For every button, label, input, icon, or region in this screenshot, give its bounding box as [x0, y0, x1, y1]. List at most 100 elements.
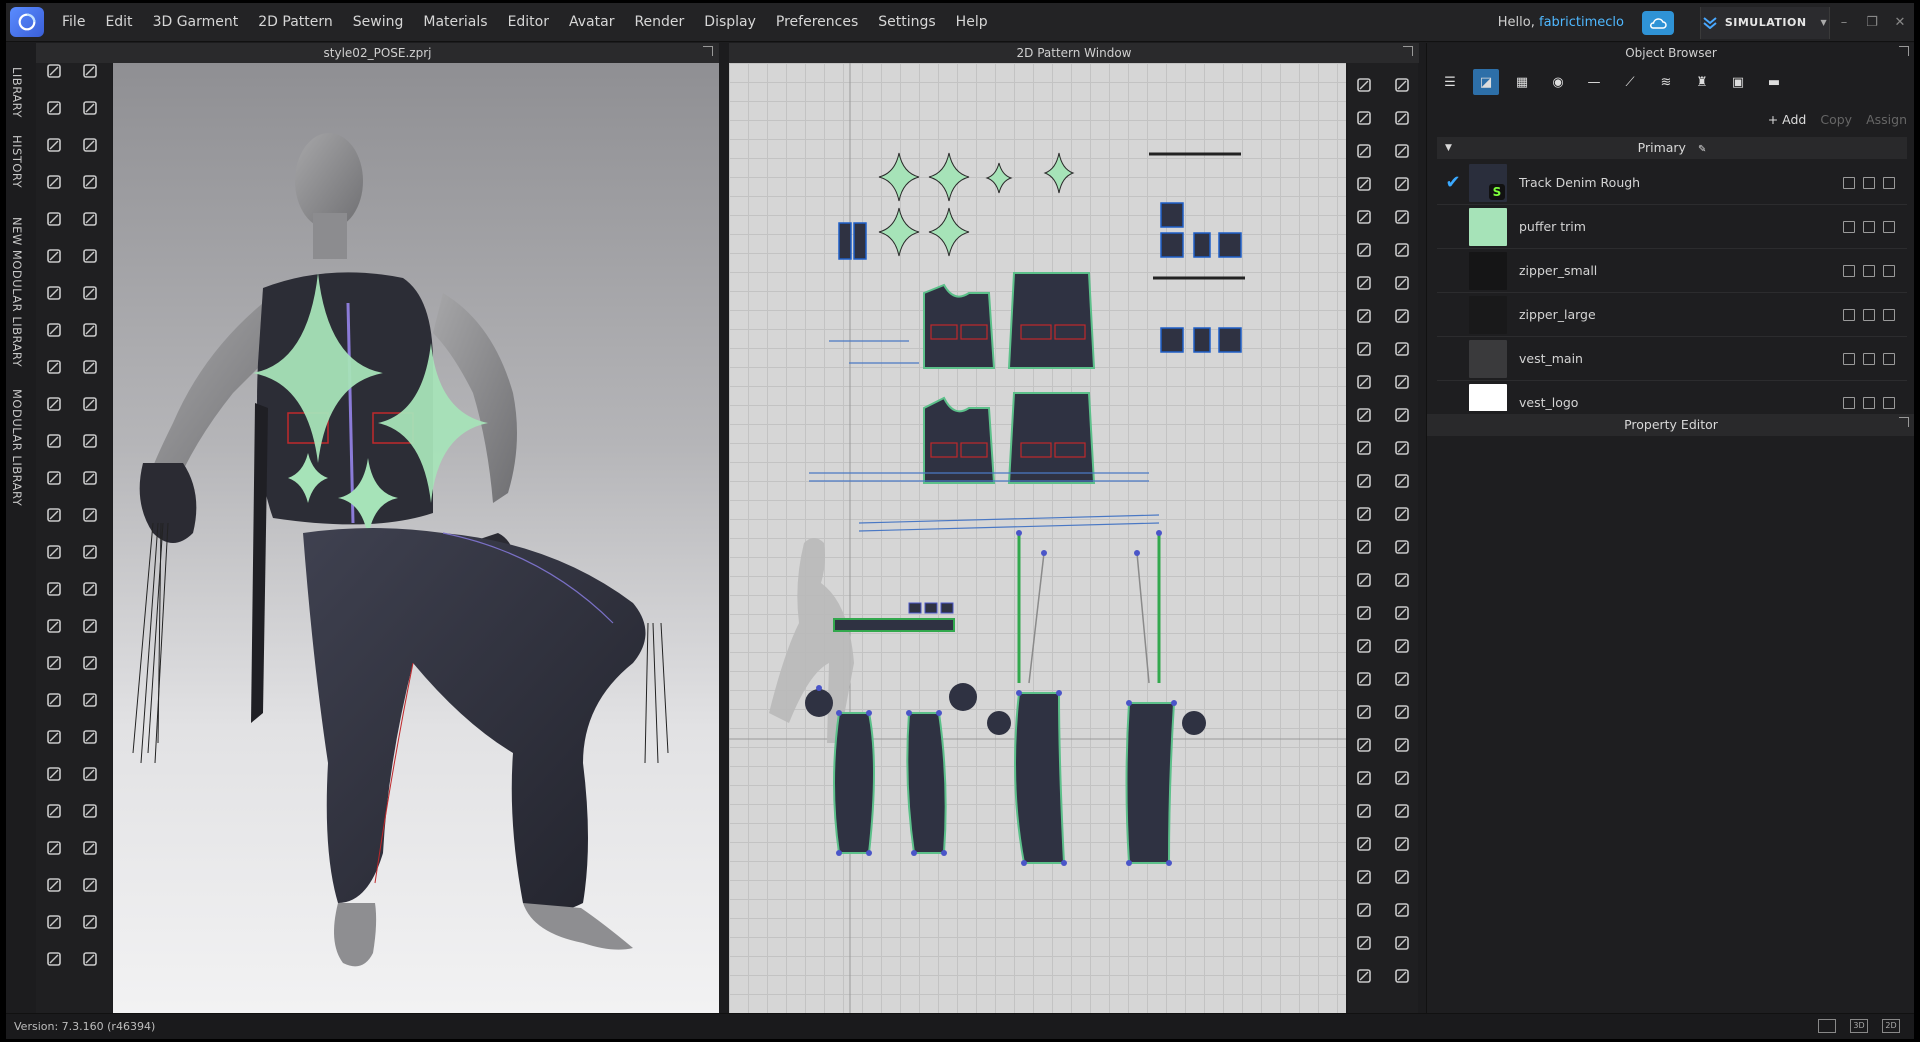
- add-material-button[interactable]: + Add: [1768, 112, 1807, 127]
- close-button[interactable]: ✕: [1886, 15, 1914, 30]
- trace-icon[interactable]: [1352, 799, 1376, 823]
- hanger-icon[interactable]: [78, 688, 102, 712]
- strengthen-icon[interactable]: [78, 651, 102, 675]
- material-row[interactable]: zipper_small: [1437, 249, 1907, 293]
- rectangle-icon[interactable]: [1390, 964, 1414, 988]
- transform-pattern-icon[interactable]: [1390, 73, 1414, 97]
- menu-preferences[interactable]: Preferences: [766, 3, 868, 42]
- material-row[interactable]: zipper_large: [1437, 293, 1907, 337]
- text-icon[interactable]: [1352, 337, 1376, 361]
- zipper-icon[interactable]: [78, 947, 102, 971]
- menu-edit[interactable]: Edit: [95, 3, 142, 42]
- shoe-icon[interactable]: [42, 910, 66, 934]
- segment-icon[interactable]: [1352, 106, 1376, 130]
- internal-icon[interactable]: [1390, 931, 1414, 955]
- tab-history[interactable]: HISTORY: [10, 135, 24, 188]
- menu-editor[interactable]: Editor: [498, 3, 559, 42]
- line-icon[interactable]: [1352, 172, 1376, 196]
- add-to-list-icon[interactable]: [1843, 176, 1855, 189]
- ellipse-icon[interactable]: [1352, 205, 1376, 229]
- free-sewing-icon[interactable]: [1390, 700, 1414, 724]
- ruler-icon[interactable]: [1390, 403, 1414, 427]
- notch-icon[interactable]: [1352, 271, 1376, 295]
- free-sewing-icon[interactable]: [1390, 304, 1414, 328]
- user-name[interactable]: fabrictimeclo: [1539, 15, 1624, 30]
- trim-icon[interactable]: [78, 281, 102, 305]
- tab-modular-library[interactable]: MODULAR LIBRARY: [10, 389, 24, 506]
- notch-icon[interactable]: [1352, 667, 1376, 691]
- trim-icon[interactable]: [42, 762, 66, 786]
- menu-help[interactable]: Help: [946, 3, 998, 42]
- dress-icon[interactable]: [42, 392, 66, 416]
- body-icon[interactable]: [78, 392, 102, 416]
- hood-icon[interactable]: [78, 762, 102, 786]
- measure-icon[interactable]: [42, 947, 66, 971]
- skirt-icon[interactable]: [78, 355, 102, 379]
- brush-icon[interactable]: [42, 725, 66, 749]
- zipper-icon[interactable]: [42, 503, 66, 527]
- fabric-icon[interactable]: ◪: [1473, 69, 1499, 95]
- symmetry-icon[interactable]: [1390, 436, 1414, 460]
- menu-file[interactable]: File: [52, 3, 95, 42]
- pants-icon[interactable]: [42, 355, 66, 379]
- add-to-list-icon[interactable]: [1843, 308, 1855, 321]
- zipper-icon[interactable]: ≋: [1653, 69, 1679, 95]
- skirt-icon[interactable]: [42, 836, 66, 860]
- viewport-2d-pattern[interactable]: [729, 63, 1346, 1013]
- shirt-icon[interactable]: [78, 318, 102, 342]
- add-to-list-icon[interactable]: [1843, 396, 1855, 409]
- tape-icon[interactable]: [78, 725, 102, 749]
- expand-icon[interactable]: [1899, 417, 1909, 427]
- menu-avatar[interactable]: Avatar: [559, 3, 624, 42]
- expand-icon[interactable]: [1403, 46, 1413, 56]
- edit-pattern-icon[interactable]: [1352, 865, 1376, 889]
- material-group-header[interactable]: ▼ Primary ✎: [1437, 137, 1907, 159]
- expand-icon[interactable]: [703, 46, 713, 56]
- pants-icon[interactable]: [78, 799, 102, 823]
- line-icon[interactable]: [1352, 568, 1376, 592]
- avatar-icon[interactable]: ▣: [1725, 69, 1751, 95]
- hood-icon[interactable]: [42, 318, 66, 342]
- menu-sewing[interactable]: Sewing: [343, 3, 414, 42]
- dress-icon[interactable]: [78, 836, 102, 860]
- fit-icon[interactable]: [78, 577, 102, 601]
- material-row[interactable]: ✔ S Track Denim Rough: [1437, 161, 1907, 205]
- internal-icon[interactable]: [1390, 535, 1414, 559]
- segment-icon[interactable]: [1352, 502, 1376, 526]
- button-icon[interactable]: ◉: [1545, 69, 1571, 95]
- seam-allowance-icon[interactable]: [1352, 832, 1376, 856]
- material-row[interactable]: vest_logo: [1437, 381, 1907, 411]
- point-icon[interactable]: [1352, 931, 1376, 955]
- seam-allowance-icon[interactable]: [1352, 436, 1376, 460]
- cloud-sync-button[interactable]: [1642, 10, 1674, 35]
- garment-icon[interactable]: ♜: [1689, 69, 1715, 95]
- sewing-icon[interactable]: [1352, 700, 1376, 724]
- material-row[interactable]: vest_main: [1437, 337, 1907, 381]
- edit-pattern-icon[interactable]: [1352, 469, 1376, 493]
- add-to-list-icon[interactable]: [1843, 352, 1855, 365]
- measure-icon[interactable]: ▬: [1761, 69, 1787, 95]
- transform-pattern-icon[interactable]: [1390, 469, 1414, 493]
- pose-icon[interactable]: [78, 910, 102, 934]
- measure-icon[interactable]: [78, 466, 102, 490]
- assign-material-icon[interactable]: [1883, 220, 1895, 233]
- grade-icon[interactable]: [1352, 370, 1376, 394]
- shoe-icon[interactable]: [78, 429, 102, 453]
- fold-icon[interactable]: [42, 96, 66, 120]
- tab-library[interactable]: LIBRARY: [10, 67, 24, 118]
- transform-pattern-icon[interactable]: [1390, 865, 1414, 889]
- collapse-icon[interactable]: ▼: [1445, 137, 1452, 159]
- dart-icon[interactable]: [1352, 634, 1376, 658]
- annotation-icon[interactable]: [1390, 337, 1414, 361]
- topstitch-icon[interactable]: ⟋: [1617, 69, 1643, 95]
- curve-icon[interactable]: [1390, 106, 1414, 130]
- menu-settings[interactable]: Settings: [868, 3, 945, 42]
- viewport-3d[interactable]: [113, 63, 719, 1013]
- dart-icon[interactable]: [1352, 238, 1376, 262]
- expand-icon[interactable]: [1899, 46, 1909, 56]
- assign-button[interactable]: Assign: [1866, 112, 1907, 127]
- add-to-list-icon[interactable]: [1843, 220, 1855, 233]
- line-icon[interactable]: [1352, 964, 1376, 988]
- brush-icon[interactable]: [78, 244, 102, 268]
- edit-pattern-icon[interactable]: [1352, 73, 1376, 97]
